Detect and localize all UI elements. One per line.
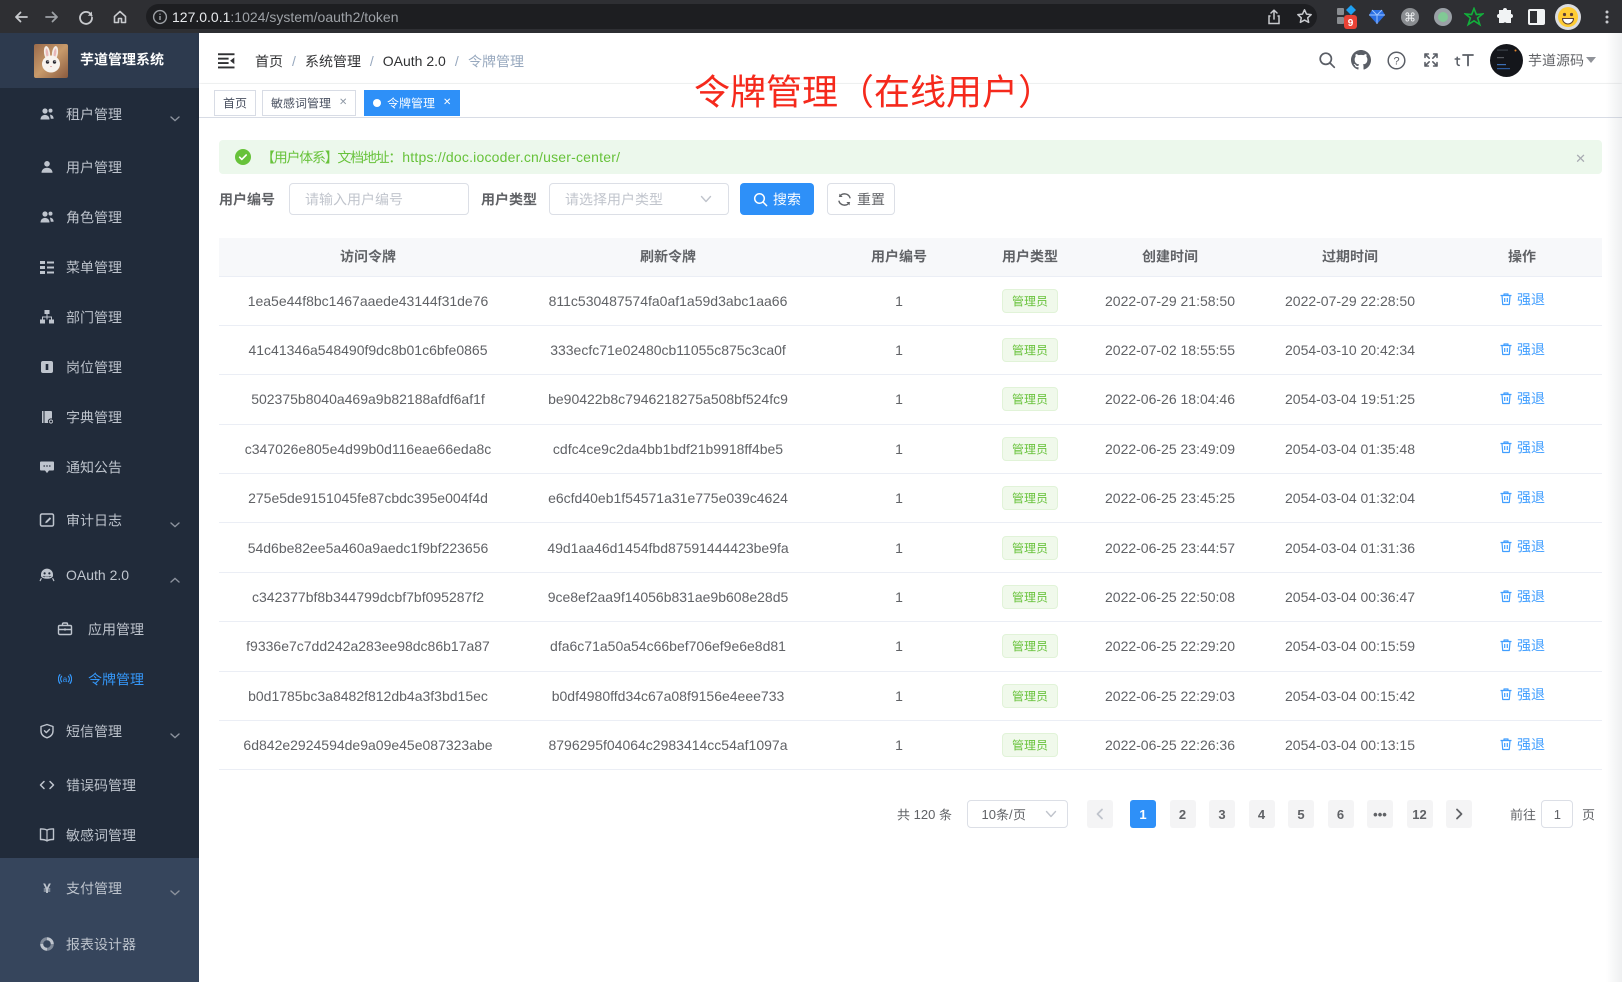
svg-text:⌘: ⌘ xyxy=(1404,10,1416,24)
svg-text:¥: ¥ xyxy=(43,880,51,896)
svg-text:?: ? xyxy=(1393,55,1399,67)
svg-text:9: 9 xyxy=(1348,18,1354,29)
svg-text:a: a xyxy=(63,675,68,684)
